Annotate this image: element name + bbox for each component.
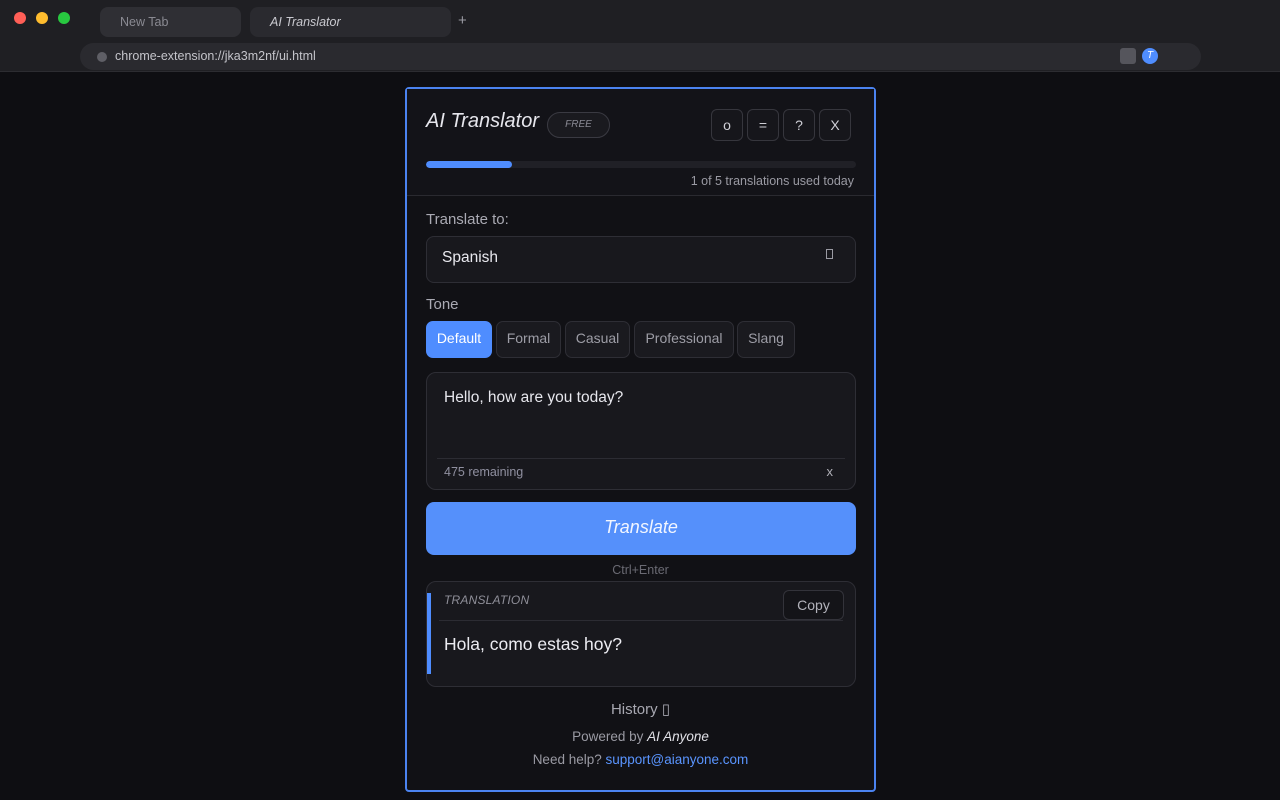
shortcut-hint: Ctrl+Enter xyxy=(612,563,669,577)
new-tab-button[interactable]: + xyxy=(458,12,467,29)
close-window-button[interactable] xyxy=(14,12,26,24)
plan-badge: FREE xyxy=(547,112,610,138)
close-button[interactable]: X xyxy=(819,109,851,141)
selected-language: Spanish xyxy=(442,249,499,266)
tone-option-professional[interactable]: Professional xyxy=(634,321,734,358)
browser-chrome: New Tab AI Translator + chrome-extension… xyxy=(0,0,1280,72)
source-text[interactable]: Hello, how are you today? xyxy=(444,389,623,407)
language-select[interactable]: Spanish xyxy=(426,236,856,283)
usage-progress-fill xyxy=(426,161,512,168)
settings-button[interactable]: o xyxy=(711,109,743,141)
profile-avatar[interactable]: T xyxy=(1142,48,1158,64)
tone-option-slang[interactable]: Slang xyxy=(737,321,795,358)
extensions-icon[interactable] xyxy=(1120,48,1136,64)
result-accent-bar xyxy=(427,593,431,674)
characters-remaining: 475 remaining xyxy=(444,465,524,479)
usage-progress-bar xyxy=(426,161,856,168)
input-divider xyxy=(437,458,845,459)
app-title: AI Translator xyxy=(426,110,539,132)
powered-by-prefix: Powered by xyxy=(572,729,648,744)
tone-option-default[interactable]: Default xyxy=(426,321,492,358)
clear-input-button[interactable]: x xyxy=(827,464,834,479)
panel-header: AI Translator FREE o = ? X 1 of 5 transl… xyxy=(407,89,874,196)
minimize-window-button[interactable] xyxy=(36,12,48,24)
support-email-link[interactable]: support@aianyone.com xyxy=(606,752,749,767)
tone-label: Tone xyxy=(426,296,459,313)
address-bar[interactable]: chrome-extension://jka3m2nf/ui.html T xyxy=(80,43,1201,70)
translator-panel: AI Translator FREE o = ? X 1 of 5 transl… xyxy=(405,87,876,792)
site-info-icon[interactable] xyxy=(97,52,107,62)
maximize-window-button[interactable] xyxy=(58,12,70,24)
help-prefix: Need help? xyxy=(532,752,606,767)
tab-new-tab[interactable]: New Tab xyxy=(100,7,241,37)
help-line: Need help? support@aianyone.com xyxy=(407,752,874,767)
url-text[interactable]: chrome-extension://jka3m2nf/ui.html xyxy=(115,49,316,63)
usage-text: 1 of 5 translations used today xyxy=(690,174,854,188)
translate-button[interactable]: Translate xyxy=(426,502,856,555)
chevron-down-icon xyxy=(826,249,833,259)
translated-text: Hola, como estas hoy? xyxy=(444,634,623,654)
tone-option-formal[interactable]: Formal xyxy=(496,321,561,358)
result-divider xyxy=(439,620,843,621)
translation-result-card: TRANSLATION Copy Hola, como estas hoy? xyxy=(426,581,856,687)
powered-by: Powered by AI Anyone xyxy=(407,729,874,744)
source-text-input[interactable]: Hello, how are you today? 475 remaining … xyxy=(426,372,856,490)
copy-button[interactable]: Copy xyxy=(783,590,844,620)
brand-name: AI Anyone xyxy=(647,729,709,744)
history-toggle[interactable]: History ▯ xyxy=(407,700,874,718)
menu-button[interactable]: = xyxy=(747,109,779,141)
tone-option-casual[interactable]: Casual xyxy=(565,321,630,358)
result-label: TRANSLATION xyxy=(444,593,530,607)
help-button[interactable]: ? xyxy=(783,109,815,141)
tab-ai-translator[interactable]: AI Translator xyxy=(250,7,451,37)
translate-to-label: Translate to: xyxy=(426,211,509,228)
